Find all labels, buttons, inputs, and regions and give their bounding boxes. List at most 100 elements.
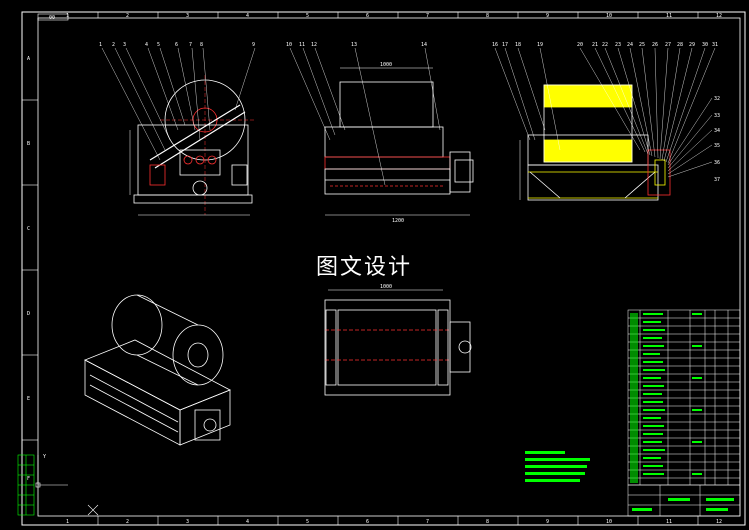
border-letters-left: A B C D E F (27, 56, 30, 482)
iso-frame-side (84, 359, 181, 446)
iso-frame-top (84, 339, 231, 411)
callout-number: 1 (99, 42, 102, 48)
callout-number: 19 (537, 42, 543, 48)
callout-number: 16 (492, 42, 498, 48)
callout-number: 37 (714, 177, 720, 183)
callout-number: 12 (311, 42, 317, 48)
zone-number: 12 (716, 13, 722, 19)
dimension-text: 1200 (392, 218, 404, 224)
callout-number: 3 (123, 42, 126, 48)
frame-mid (324, 156, 451, 170)
zone-number: 10 (606, 13, 612, 19)
dimension-text: 1000 (380, 284, 392, 290)
zone-letter: F (27, 476, 30, 482)
plan-drive (449, 321, 471, 373)
zone-number: 8 (486, 519, 489, 525)
iso-drum-edge (136, 294, 199, 326)
zone-number: 1 (66, 13, 69, 19)
iso-drive-hub (203, 418, 217, 432)
top-left-tag: 00 (49, 15, 55, 21)
left-small-table (17, 454, 35, 516)
callout-number: 30 (702, 42, 708, 48)
zone-number: 6 (366, 13, 369, 19)
zone-number: 11 (666, 13, 672, 19)
callout-number: 24 (627, 42, 633, 48)
yellow-drum-top (543, 84, 633, 108)
zone-number: 9 (546, 13, 549, 19)
dimension-text: 1000 (380, 62, 392, 68)
callout-number: 8 (200, 42, 203, 48)
drum-outline (339, 81, 434, 128)
callout-number: 25 (639, 42, 645, 48)
view1-callouts: 1 2 3 4 5 6 7 8 9 (99, 42, 255, 48)
callout-number: 36 (714, 160, 720, 166)
side-bracket (149, 164, 166, 186)
drive-hub-inner (654, 159, 666, 186)
frame-top (324, 126, 444, 158)
zone-letter: E (27, 396, 30, 402)
callout-number: 7 (189, 42, 192, 48)
view-isometric (84, 294, 231, 446)
zone-number: 9 (546, 519, 549, 525)
frame-base (527, 164, 659, 201)
zone-number: 11 (666, 519, 672, 525)
callout-number: 29 (689, 42, 695, 48)
view-section (519, 84, 671, 201)
zone-number: 4 (246, 13, 249, 19)
ucs-axis-label: Y (43, 454, 46, 460)
plan-side-left (325, 309, 337, 386)
callout-number: 27 (665, 42, 671, 48)
zone-number: 2 (126, 13, 129, 19)
ucs-icon (35, 455, 68, 488)
zone-number: 3 (186, 519, 189, 525)
zone-number: 1 (66, 519, 69, 525)
callout-number: 28 (677, 42, 683, 48)
drive-hub (647, 149, 671, 196)
zone-number: 7 (426, 13, 429, 19)
callout-number: 17 (502, 42, 508, 48)
callout-number: 10 (286, 42, 292, 48)
frame-body (137, 124, 249, 196)
frame-inner (179, 149, 221, 176)
yellow-drum-bottom (543, 139, 633, 163)
frame-base (133, 194, 253, 204)
callout-number: 20 (577, 42, 583, 48)
callout-number: 14 (421, 42, 427, 48)
callout-number: 26 (652, 42, 658, 48)
callout-number: 4 (145, 42, 148, 48)
zone-number: 10 (606, 519, 612, 525)
zone-letter: A (27, 56, 30, 62)
zone-letter: C (27, 226, 30, 232)
cad-drawing-canvas: 00 1 2 3 4 5 6 7 8 9 10 11 12 1 2 3 4 5 … (17, 11, 746, 526)
callout-number: 9 (252, 42, 255, 48)
roller-circle (183, 155, 193, 165)
technical-notes-block (525, 451, 590, 482)
callout-number: 23 (615, 42, 621, 48)
zone-number: 5 (306, 13, 309, 19)
border-numbers-bottom: 1 2 3 4 5 6 7 8 9 10 11 12 (66, 519, 722, 525)
view2-callouts: 10 11 12 13 14 (286, 42, 427, 48)
view-plan (324, 289, 472, 396)
callout-number: 34 (714, 128, 720, 134)
frame-brace (529, 171, 561, 199)
callout-number: 21 (592, 42, 598, 48)
frame-lower (324, 168, 451, 195)
callout-number: 2 (112, 42, 115, 48)
zone-number: 5 (306, 519, 309, 525)
callout-number: 32 (714, 96, 720, 102)
callout-number: 5 (157, 42, 160, 48)
cursor-crosshair-icon (87, 504, 99, 516)
drive-unit (449, 151, 471, 193)
iso-frame-rail (89, 384, 179, 433)
zone-letter: B (27, 141, 30, 147)
frame-brace (624, 171, 656, 199)
zone-number: 7 (426, 519, 429, 525)
callout-number: 33 (714, 113, 720, 119)
plan-inner (337, 309, 437, 386)
zone-number: 12 (716, 519, 722, 525)
iso-frame-end (179, 389, 231, 446)
zone-letter: D (27, 311, 30, 317)
side-bracket (231, 164, 248, 186)
iso-frame-rail (89, 374, 179, 423)
callout-number: 18 (515, 42, 521, 48)
